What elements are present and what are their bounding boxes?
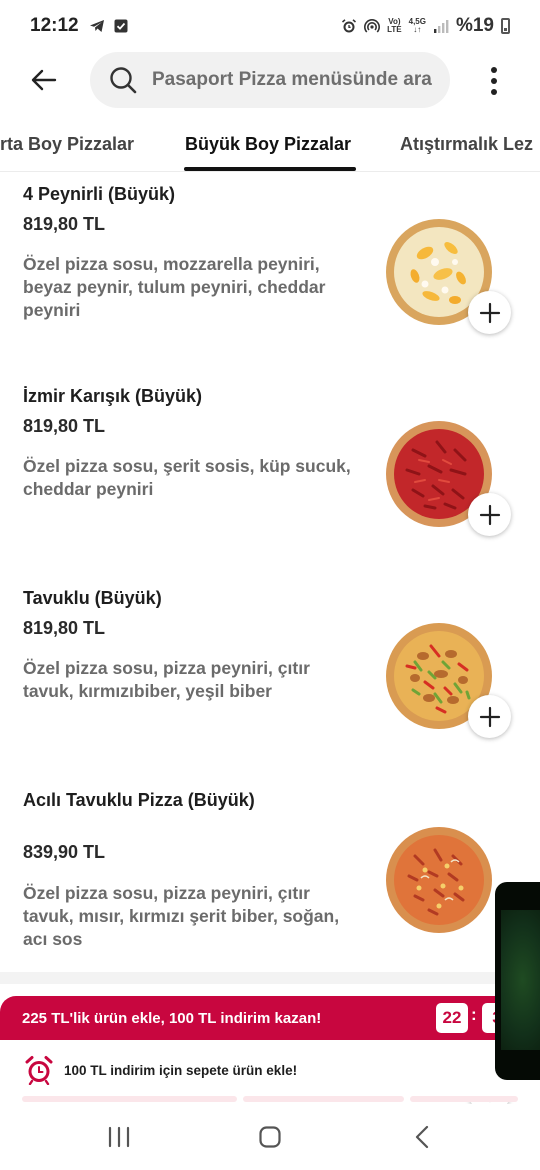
product-name: Acılı Tavuklu Pizza (Büyük) [23,790,255,810]
tab-atistirmalik-lezzetler[interactable]: Atıştırmalık Lez [400,134,533,155]
search-input[interactable]: Pasaport Pizza menüsünde ara [90,52,450,108]
back-nav-button[interactable] [402,1122,442,1152]
app-bar: Pasaport Pizza menüsünde ara [0,52,540,108]
discount-notice: 100 TL indirim için sepete ürün ekle! [0,1040,540,1100]
telegram-icon [89,20,104,32]
check-box-icon [114,19,128,33]
product-name: Tavuklu (Büyük) [23,588,162,608]
alarm-clock-icon [25,1056,53,1085]
product-description: Özel pizza sosu, şerit sosis, küp sucuk,… [23,456,351,499]
product-price: 839,90 TL [23,842,106,862]
section-divider [0,972,540,984]
active-tab-indicator [184,167,356,171]
suggestion-row [0,1096,540,1102]
volte-icon: Vo) LTE [387,17,402,34]
plus-icon [479,302,500,323]
plus-icon [479,504,500,525]
search-icon [110,67,137,94]
alarm-icon [342,19,357,33]
list-item[interactable]: Acılı Tavuklu Pizza (Büyük) 839,90 TL Öz… [0,778,540,1113]
arrow-left-icon [31,69,57,91]
battery-percent: %19 [455,15,494,36]
add-to-cart-button[interactable] [468,493,511,536]
timer-separator: : [471,1005,477,1024]
list-item[interactable]: Tavuklu (Büyük) 819,80 TL Özel pizza sos… [0,576,540,776]
status-bar: 12:12 Vo) LTE 4,5G ↓↑ %19 [0,0,540,52]
promo-text: 225 TL'lik ürün ekle, 100 TL indirim kaz… [22,1009,322,1027]
more-options-button[interactable] [480,64,508,98]
promo-banner[interactable]: 225 TL'lik ürün ekle, 100 TL indirim kaz… [0,996,540,1040]
list-item[interactable]: İzmir Karışık (Büyük) 819,80 TL Özel piz… [0,374,540,574]
product-name: İzmir Karışık (Büyük) [23,386,203,406]
product-name: 4 Peynirli (Büyük) [23,184,176,204]
floating-video-overlay[interactable] [495,882,540,1080]
list-item[interactable]: 4 Peynirli (Büyük) 819,80 TL Özel pizza … [0,172,540,372]
status-time: 12:12 [30,15,79,36]
timer-minutes: 22 [436,1003,468,1033]
system-nav-bar [0,1104,540,1170]
home-button[interactable] [250,1122,290,1152]
add-to-cart-button[interactable] [468,291,511,334]
tab-orta-boy-pizzalar[interactable]: rta Boy Pizzalar [0,134,134,155]
product-description: Özel pizza sosu, pizza peyniri, çıtır ta… [23,883,340,949]
recent-apps-button[interactable] [99,1122,139,1152]
hotspot-icon [364,19,381,33]
product-price: 819,80 TL [23,214,106,234]
home-icon [259,1126,281,1148]
signal-icon [433,20,449,33]
product-description: Özel pizza sosu, mozzarella peyniri, bey… [23,254,326,320]
product-price: 819,80 TL [23,416,106,436]
back-button[interactable] [26,64,62,96]
product-price: 819,80 TL [23,618,106,638]
category-tabs: rta Boy Pizzalar Büyük Boy Pizzalar Atış… [0,120,540,172]
add-to-cart-button[interactable] [468,695,511,738]
pizza-image [386,827,492,933]
search-placeholder: Pasaport Pizza menüsünde ara [152,69,432,90]
back-icon [415,1125,429,1149]
data-arrows-icon: 4,5G ↓↑ [408,17,426,34]
more-vert-icon [491,67,497,73]
product-description: Özel pizza sosu, pizza peyniri, çıtır ta… [23,658,310,701]
plus-icon [479,706,500,727]
battery-icon [501,18,510,34]
notice-text: 100 TL indirim için sepete ürün ekle! [64,1062,298,1078]
tab-buyuk-boy-pizzalar[interactable]: Büyük Boy Pizzalar [185,134,351,155]
recent-apps-icon [108,1126,130,1148]
